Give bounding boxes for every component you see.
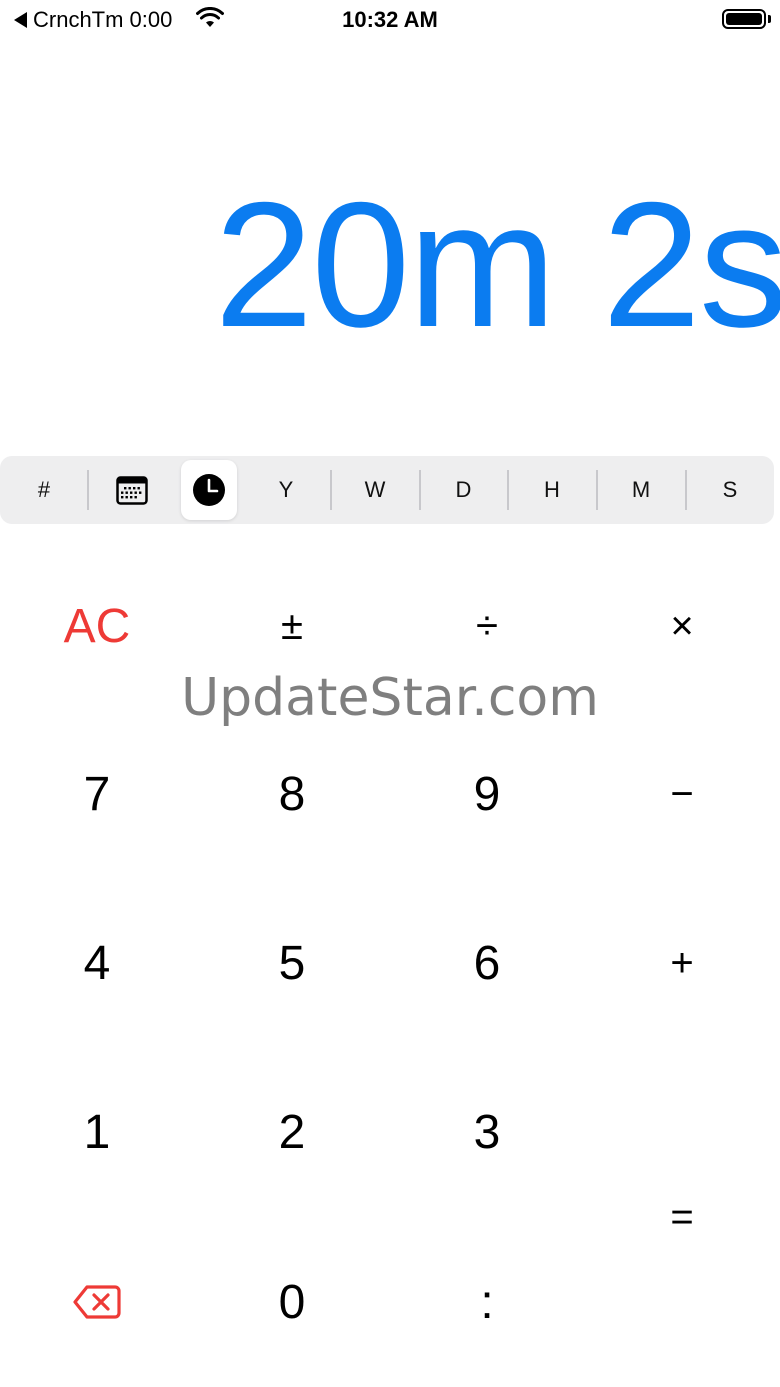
display-value: 20m 2s bbox=[214, 170, 780, 360]
unit-hours[interactable]: H bbox=[508, 456, 596, 524]
digit-9-button[interactable]: 9 bbox=[392, 724, 582, 864]
calendar-icon bbox=[116, 476, 148, 505]
equals-button[interactable]: = bbox=[587, 1062, 777, 1372]
clock-icon bbox=[193, 474, 225, 506]
battery-icon bbox=[722, 9, 766, 29]
unit-calendar[interactable] bbox=[88, 456, 176, 524]
digit-0-button[interactable]: 0 bbox=[197, 1232, 387, 1372]
digit-3-button[interactable]: 3 bbox=[392, 1062, 582, 1202]
plus-button[interactable]: + bbox=[587, 893, 777, 1033]
minus-button[interactable]: − bbox=[587, 724, 777, 864]
digit-6-button[interactable]: 6 bbox=[392, 893, 582, 1033]
unit-weeks[interactable]: W bbox=[331, 456, 419, 524]
backspace-icon bbox=[73, 1285, 121, 1319]
unit-days[interactable]: D bbox=[420, 456, 507, 524]
digit-5-button[interactable]: 5 bbox=[197, 893, 387, 1033]
digit-1-button[interactable]: 1 bbox=[2, 1062, 192, 1202]
status-bar: CrnchTm 0:00 10:32 AM bbox=[0, 0, 780, 40]
unit-number[interactable]: # bbox=[0, 456, 88, 524]
digit-4-button[interactable]: 4 bbox=[2, 893, 192, 1033]
backspace-button[interactable] bbox=[2, 1232, 192, 1372]
digit-2-button[interactable]: 2 bbox=[197, 1062, 387, 1202]
unit-clock[interactable] bbox=[181, 456, 237, 524]
status-time: 10:32 AM bbox=[342, 7, 438, 32]
digit-8-button[interactable]: 8 bbox=[197, 724, 387, 864]
colon-button[interactable]: : bbox=[392, 1232, 582, 1372]
unit-minutes[interactable]: M bbox=[597, 456, 685, 524]
watermark: UpdateStar.com bbox=[181, 668, 599, 728]
unit-seconds[interactable]: S bbox=[686, 456, 774, 524]
digit-7-button[interactable]: 7 bbox=[2, 724, 192, 864]
unit-years[interactable]: Y bbox=[242, 456, 330, 524]
result-display: 20m 2s bbox=[0, 170, 780, 360]
battery-nub bbox=[768, 15, 771, 23]
